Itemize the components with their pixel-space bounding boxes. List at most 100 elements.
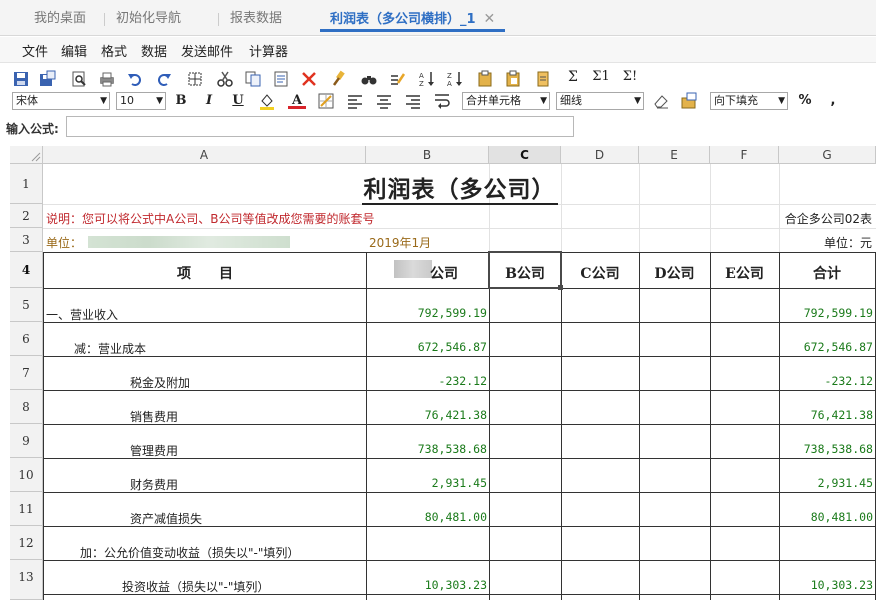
value-company-a[interactable]: 792,599.19: [366, 306, 487, 320]
value-total[interactable]: 80,481.00: [779, 510, 873, 524]
header-company-c[interactable]: C公司: [561, 263, 639, 283]
value-company-a[interactable]: 2,931.45: [366, 476, 487, 490]
line-label[interactable]: 管理费用: [130, 442, 178, 459]
header-item[interactable]: 项 目: [44, 263, 366, 283]
align-left-icon[interactable]: [346, 92, 364, 110]
report-title-cell[interactable]: 利润表（多公司）: [43, 170, 876, 205]
header-company-e[interactable]: E公司: [710, 263, 779, 283]
print-preview-icon[interactable]: [70, 70, 88, 88]
sum-button[interactable]: Σ: [564, 68, 582, 86]
font-size-select[interactable]: 10 ▼: [116, 92, 166, 110]
replace-icon[interactable]: [388, 70, 406, 88]
row-header-1[interactable]: 1: [10, 164, 43, 204]
row-header-6[interactable]: 6: [10, 322, 43, 356]
row-header-13[interactable]: 13: [10, 560, 43, 600]
row-header-9[interactable]: 9: [10, 424, 43, 458]
line-label[interactable]: 减：营业成本: [74, 340, 146, 357]
copy-icon[interactable]: [244, 70, 262, 88]
underline-button[interactable]: U: [229, 92, 247, 110]
template-name-cell[interactable]: 合企多公司02表: [779, 210, 872, 227]
value-total[interactable]: 738,538.68: [779, 442, 873, 456]
wrap-text-icon[interactable]: [433, 92, 451, 110]
print-icon[interactable]: [98, 70, 116, 88]
value-company-a[interactable]: -232.12: [366, 374, 487, 388]
fill-direction-select[interactable]: 向下填充 ▼: [710, 92, 788, 110]
value-total[interactable]: 2,931.45: [779, 476, 873, 490]
format-painter-icon[interactable]: [330, 70, 348, 88]
eraser-icon[interactable]: [652, 92, 670, 110]
tab-profit-statement[interactable]: 利润表（多公司横排）_1 ✕: [320, 8, 506, 32]
find-icon[interactable]: [360, 70, 378, 88]
paste-format-icon[interactable]: [476, 70, 494, 88]
sort-ascending-icon[interactable]: AZ: [418, 70, 436, 88]
menu-file[interactable]: 文件: [22, 41, 48, 60]
delete-icon[interactable]: [300, 70, 318, 88]
fill-color-icon[interactable]: [258, 92, 276, 110]
formula-input[interactable]: [66, 116, 574, 137]
line-label[interactable]: 投资收益（损失以"-"填列）: [122, 578, 269, 595]
select-all-corner[interactable]: [10, 146, 43, 164]
comma-button[interactable]: ,: [824, 92, 842, 110]
line-label[interactable]: 销售费用: [130, 408, 178, 425]
italic-button[interactable]: I: [200, 92, 218, 110]
paste-value-icon[interactable]: [504, 70, 522, 88]
header-company-d[interactable]: D公司: [639, 263, 710, 283]
column-header-e[interactable]: E: [639, 146, 710, 164]
redo-icon[interactable]: [155, 70, 173, 88]
percent-button[interactable]: %: [796, 92, 814, 110]
row-header-8[interactable]: 8: [10, 390, 43, 424]
cut-icon[interactable]: [216, 70, 234, 88]
paste-icon[interactable]: [272, 70, 290, 88]
value-company-a[interactable]: 738,538.68: [366, 442, 487, 456]
value-company-a[interactable]: 80,481.00: [366, 510, 487, 524]
header-total[interactable]: 合计: [779, 263, 875, 283]
sort-descending-icon[interactable]: ZA: [446, 70, 464, 88]
row-header-7[interactable]: 7: [10, 356, 43, 390]
menu-calculator[interactable]: 计算器: [249, 41, 288, 60]
undo-icon[interactable]: [126, 70, 144, 88]
line-label[interactable]: 加：公允价值变动收益（损失以"-"填列）: [80, 544, 299, 561]
unit-right-cell[interactable]: 单位：元: [779, 234, 872, 251]
value-total[interactable]: 76,421.38: [779, 408, 873, 422]
value-total[interactable]: -232.12: [779, 374, 873, 388]
value-company-a[interactable]: 672,546.87: [366, 340, 487, 354]
value-total[interactable]: 792,599.19: [779, 306, 873, 320]
sum-col-button[interactable]: Σ!: [619, 68, 641, 86]
sum-row-button[interactable]: Σ1: [590, 68, 612, 86]
clipboard-icon[interactable]: [534, 70, 552, 88]
bold-button[interactable]: B: [172, 92, 190, 110]
cell-properties-icon[interactable]: [680, 92, 698, 110]
select-all-icon[interactable]: [186, 70, 204, 88]
row-header-3[interactable]: 3: [10, 228, 43, 252]
menu-data[interactable]: 数据: [141, 41, 167, 60]
value-company-a[interactable]: 76,421.38: [366, 408, 487, 422]
font-color-button[interactable]: A: [288, 92, 306, 109]
line-style-select[interactable]: 细线 ▼: [556, 92, 644, 110]
row-header-4[interactable]: 4: [10, 252, 43, 288]
line-label[interactable]: 财务费用: [130, 476, 178, 493]
merge-cells-select[interactable]: 合并单元格 ▼: [462, 92, 550, 110]
column-header-f[interactable]: F: [710, 146, 779, 164]
value-company-a[interactable]: 10,303.23: [366, 578, 487, 592]
tab-init-guide[interactable]: 初始化导航: [103, 8, 191, 32]
column-header-b[interactable]: B: [366, 146, 489, 164]
header-company-a[interactable]: 公司: [430, 263, 458, 283]
value-total[interactable]: 672,546.87: [779, 340, 873, 354]
column-header-g[interactable]: G: [779, 146, 876, 164]
line-label[interactable]: 一、营业收入: [46, 306, 118, 323]
save-icon[interactable]: [12, 70, 30, 88]
row-header-10[interactable]: 10: [10, 458, 43, 492]
value-total[interactable]: 10,303.23: [779, 578, 873, 592]
menu-format[interactable]: 格式: [101, 41, 127, 60]
row-header-12[interactable]: 12: [10, 526, 43, 560]
column-header-a[interactable]: A: [43, 146, 366, 164]
align-center-icon[interactable]: [375, 92, 393, 110]
fill-handle[interactable]: [558, 285, 563, 290]
row-header-11[interactable]: 11: [10, 492, 43, 526]
line-label[interactable]: 税金及附加: [130, 374, 190, 391]
menu-edit[interactable]: 编辑: [61, 41, 87, 60]
tab-report-data[interactable]: 报表数据: [217, 8, 292, 32]
close-icon[interactable]: ✕: [484, 11, 496, 27]
font-family-select[interactable]: 宋体 ▼: [12, 92, 110, 110]
spreadsheet[interactable]: A B C D E F G 1 2 3 4 5 6 7 8 9 10 11 12…: [10, 146, 876, 600]
